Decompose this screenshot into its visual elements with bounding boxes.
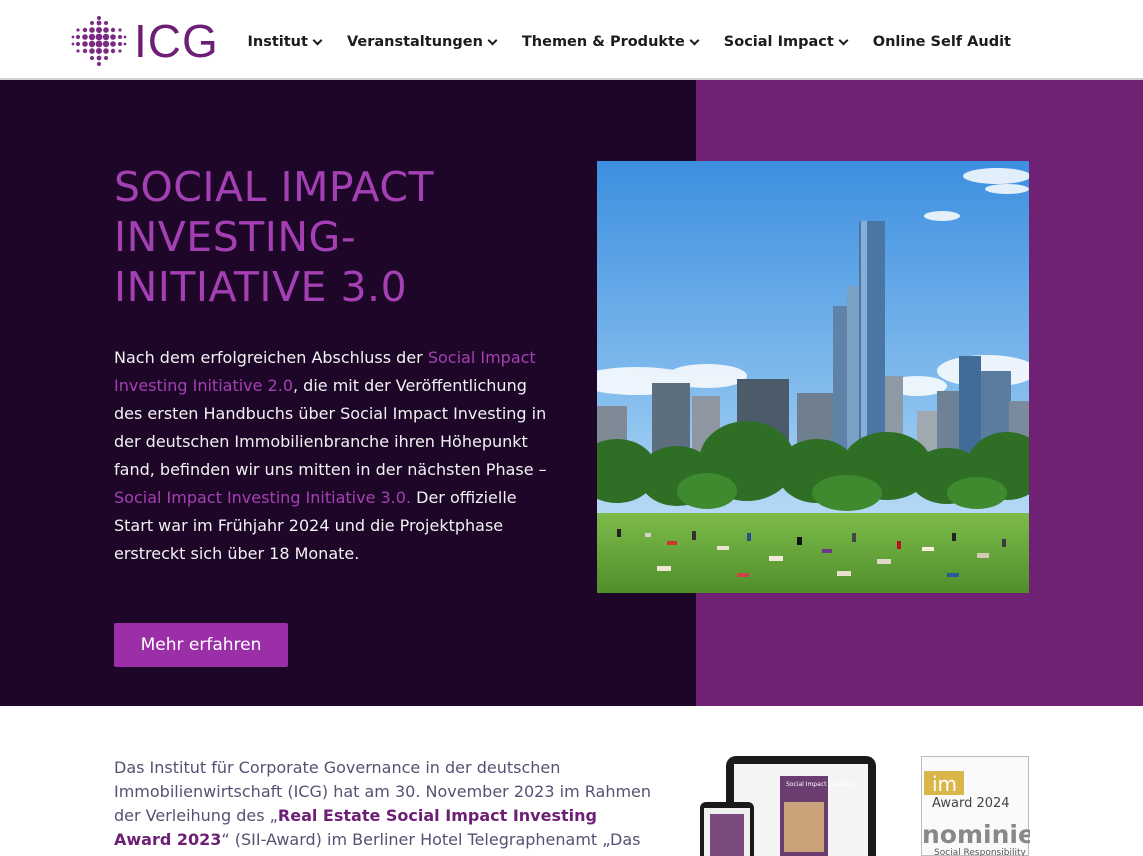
nav-item-themen-produkte[interactable]: Themen & Produkte <box>521 34 700 50</box>
award-nominiert: nominiert <box>922 820 1030 849</box>
skyline-illustration <box>597 161 1029 593</box>
nav-item-label: Themen & Produkte <box>521 34 685 50</box>
handbook-devices-image: Social Impact Investing <box>700 754 890 856</box>
hero-text-part: Nach dem erfolgreichen Abschluss der <box>114 348 428 367</box>
nav-item-social-impact[interactable]: Social Impact <box>723 34 849 50</box>
chevron-down-icon <box>838 35 849 46</box>
nav-item-label: Social Impact <box>723 34 834 50</box>
nav-item-veranstaltungen[interactable]: Veranstaltungen <box>346 34 498 50</box>
central-park-skyline-image <box>597 161 1029 593</box>
mehr-erfahren-button[interactable]: Mehr erfahren <box>114 623 288 667</box>
im-award-2024-badge: im Award 2024 nominiert Social Responsib… <box>921 756 1059 856</box>
hero-section: SOCIAL IMPACT INVESTING- INITIATIVE 3.0 … <box>0 80 1143 706</box>
main-navigation: Institut Veranstaltungen Themen & Produk… <box>248 34 1012 50</box>
nav-item-label: Online Self Audit <box>872 34 1011 50</box>
chevron-down-icon <box>689 35 700 46</box>
intro-text-part: “ (SII-Award) im Berliner Hotel Telegrap… <box>221 830 641 849</box>
hero-title-line: SOCIAL IMPACT <box>114 163 435 211</box>
award-im: im <box>932 772 957 796</box>
icg-logo[interactable]: ICG <box>70 14 220 68</box>
book-title: Social Impact Investing <box>786 781 856 788</box>
nav-item-online-self-audit[interactable]: Online Self Audit <box>873 34 1011 50</box>
logo-wordmark: ICG <box>134 15 219 67</box>
award-intro-text: Das Institut für Corporate Governance in… <box>114 756 654 852</box>
chevron-down-icon <box>487 35 498 46</box>
link-initiative-3[interactable]: Social Impact Investing Initiative 3.0. <box>114 488 411 507</box>
nav-item-institut[interactable]: Institut <box>247 34 323 50</box>
intro-section: Das Institut für Corporate Governance in… <box>0 706 1143 856</box>
chevron-down-icon <box>312 35 323 46</box>
award-year: Award 2024 <box>932 796 1010 811</box>
nav-item-label: Institut <box>247 34 308 50</box>
hero-title-line: INITIATIVE 3.0 <box>114 263 408 311</box>
hero-title: SOCIAL IMPACT INVESTING- INITIATIVE 3.0 <box>114 162 534 312</box>
nav-item-label: Veranstaltungen <box>346 34 483 50</box>
hero-title-line: INVESTING- <box>114 213 357 261</box>
award-badge-illustration: im Award 2024 nominiert Social Responsib… <box>922 771 1059 856</box>
site-header: ICG Institut Veranstaltungen Themen & Pr… <box>0 0 1143 80</box>
dot-grid-logo-icon <box>71 16 127 66</box>
hero-description: Nach dem erfolgreichen Abschluss der Soc… <box>114 344 559 568</box>
devices-illustration: Social Impact Investing <box>700 756 876 856</box>
award-category: Social Responsibility <box>934 848 1026 856</box>
